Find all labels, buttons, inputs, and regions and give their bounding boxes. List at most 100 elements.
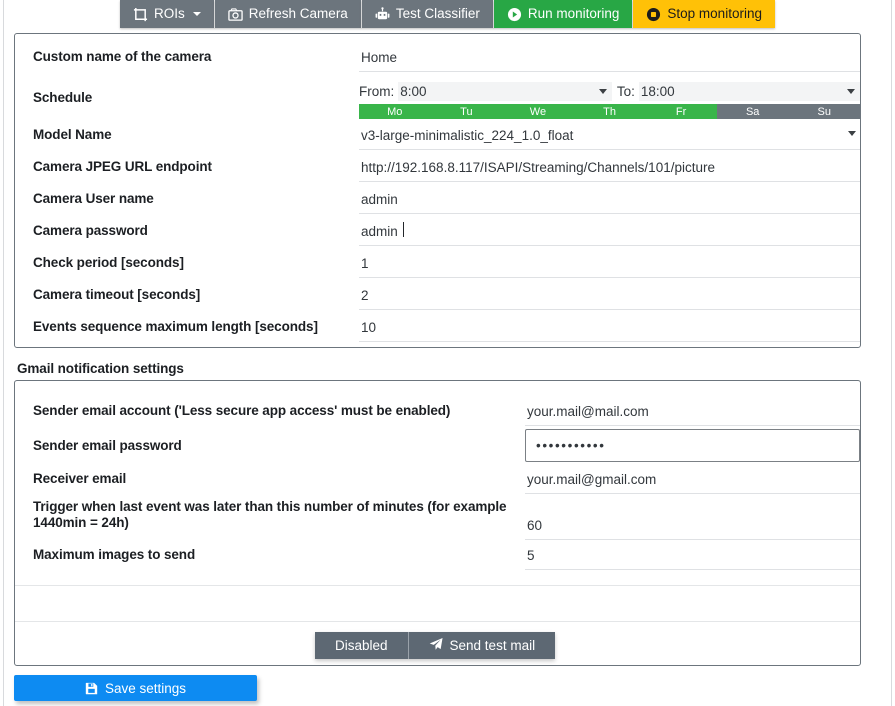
schedule-to-select[interactable]: 18:00 bbox=[638, 82, 860, 101]
day-toggle-sa[interactable]: Sa bbox=[716, 104, 789, 119]
custom-name-label: Custom name of the camera bbox=[33, 49, 212, 64]
day-toggle-mo[interactable]: Mo bbox=[359, 104, 431, 119]
schedule-from-select[interactable]: 8:00 bbox=[398, 82, 612, 101]
sender-email-input[interactable] bbox=[525, 403, 860, 426]
paper-plane-icon bbox=[429, 637, 443, 654]
row-schedule: Schedule From: 8:00 To: 18:00 Mo Tu We Th Fr… bbox=[15, 82, 861, 119]
check-period-input[interactable] bbox=[359, 255, 860, 278]
action-toolbar: ROIs Refresh Camera Test Classifier Run … bbox=[0, 0, 895, 28]
sender-password-label: Sender email password bbox=[33, 438, 182, 453]
schedule-field: From: 8:00 To: 18:00 Mo Tu We Th Fr Sa Su bbox=[359, 82, 861, 119]
send-test-mail-button[interactable]: Send test mail bbox=[407, 632, 556, 659]
settings-page: ROIs Refresh Camera Test Classifier Run … bbox=[0, 0, 895, 706]
row-receiver-email: Receiver email bbox=[15, 471, 860, 494]
refresh-camera-button[interactable]: Refresh Camera bbox=[214, 0, 362, 28]
schedule-time-range: From: 8:00 To: 18:00 bbox=[359, 82, 860, 101]
test-classifier-label: Test Classifier bbox=[395, 6, 480, 22]
gmail-settings-card: Sender email account ('Less secure app a… bbox=[14, 380, 861, 666]
divider bbox=[15, 621, 860, 622]
camera-timeout-label: Camera timeout [seconds] bbox=[33, 287, 201, 302]
jpeg-url-label: Camera JPEG URL endpoint bbox=[33, 159, 212, 174]
trigger-minutes-label: Trigger when last event was later than t… bbox=[33, 499, 507, 530]
model-name-label: Model Name bbox=[33, 127, 112, 142]
max-images-field bbox=[525, 547, 860, 570]
crop-icon bbox=[133, 7, 148, 22]
day-toggle-th[interactable]: Th bbox=[573, 104, 646, 119]
rois-button[interactable]: ROIs bbox=[120, 0, 215, 28]
schedule-from-label: From: bbox=[359, 84, 395, 99]
text-cursor bbox=[403, 222, 404, 237]
chevron-down-icon bbox=[192, 12, 201, 16]
schedule-to-label: To: bbox=[616, 84, 635, 99]
camera-timeout-field bbox=[359, 287, 860, 310]
schedule-day-toggles: Mo Tu We Th Fr Sa Su bbox=[359, 104, 861, 119]
sender-password-input[interactable] bbox=[525, 429, 860, 462]
sender-password-field bbox=[525, 429, 860, 462]
row-max-images: Maximum images to send bbox=[15, 547, 860, 570]
model-name-select[interactable]: v3-large-minimalistic_224_1.0_float bbox=[359, 127, 860, 150]
camera-username-input[interactable] bbox=[359, 191, 860, 214]
schedule-to-value: 18:00 bbox=[640, 84, 675, 99]
max-images-input[interactable] bbox=[525, 547, 860, 570]
scroll-area-right-edge bbox=[891, 0, 892, 706]
send-test-mail-label: Send test mail bbox=[449, 638, 536, 653]
row-sender-email: Sender email account ('Less secure app a… bbox=[15, 403, 860, 426]
test-classifier-button[interactable]: Test Classifier bbox=[361, 0, 494, 28]
trigger-minutes-field bbox=[525, 499, 860, 540]
run-monitoring-label: Run monitoring bbox=[527, 6, 620, 22]
events-sequence-field bbox=[359, 319, 860, 342]
custom-name-field bbox=[359, 49, 860, 72]
sender-email-field bbox=[525, 403, 860, 426]
save-settings-button[interactable]: Save settings bbox=[14, 675, 257, 701]
sender-email-label: Sender email account ('Less secure app a… bbox=[33, 403, 451, 418]
gmail-action-buttons: Disabled Send test mail bbox=[315, 632, 556, 659]
row-sender-password: Sender email password bbox=[15, 429, 860, 462]
max-images-label: Maximum images to send bbox=[33, 547, 196, 562]
disabled-button[interactable]: Disabled bbox=[315, 632, 408, 659]
receiver-email-input[interactable] bbox=[525, 471, 860, 494]
rois-button-label: ROIs bbox=[154, 6, 185, 22]
disabled-button-label: Disabled bbox=[335, 638, 388, 653]
floppy-disk-icon bbox=[85, 682, 98, 695]
stop-monitoring-button[interactable]: Stop monitoring bbox=[633, 0, 775, 28]
camera-password-label: Camera password bbox=[33, 223, 148, 238]
jpeg-url-field bbox=[359, 159, 860, 182]
row-events-sequence: Events sequence maximum length [seconds] bbox=[15, 319, 860, 342]
camera-password-input[interactable] bbox=[359, 223, 860, 246]
gmail-section-title: Gmail notification settings bbox=[17, 361, 184, 376]
events-sequence-input[interactable] bbox=[359, 319, 860, 342]
chevron-down-icon bbox=[598, 89, 607, 94]
camera-timeout-input[interactable] bbox=[359, 287, 860, 310]
trigger-minutes-input[interactable] bbox=[525, 517, 860, 540]
row-camera-timeout: Camera timeout [seconds] bbox=[15, 287, 860, 310]
row-check-period: Check period [seconds] bbox=[15, 255, 860, 278]
chevron-down-icon bbox=[847, 89, 855, 94]
day-toggle-su[interactable]: Su bbox=[788, 104, 861, 119]
robot-icon bbox=[375, 6, 390, 22]
schedule-from-value: 8:00 bbox=[400, 84, 427, 99]
day-toggle-tu[interactable]: Tu bbox=[430, 104, 503, 119]
jpeg-url-input[interactable] bbox=[359, 159, 860, 182]
custom-name-input[interactable] bbox=[359, 49, 860, 72]
day-toggle-fr[interactable]: Fr bbox=[645, 104, 717, 119]
row-jpeg-url: Camera JPEG URL endpoint bbox=[15, 159, 860, 182]
row-camera-username: Camera User name bbox=[15, 191, 860, 214]
scroll-area-left-edge bbox=[3, 0, 4, 706]
divider bbox=[15, 585, 860, 586]
row-model-name: Model Name v3-large-minimalistic_224_1.0… bbox=[15, 127, 860, 150]
day-toggle-we[interactable]: We bbox=[502, 104, 574, 119]
camera-password-field bbox=[359, 222, 860, 246]
events-sequence-label: Events sequence maximum length [seconds] bbox=[33, 319, 318, 334]
camera-icon bbox=[228, 7, 243, 22]
camera-settings-card: Custom name of the camera Schedule From:… bbox=[14, 33, 861, 348]
row-custom-name: Custom name of the camera bbox=[15, 49, 860, 72]
run-monitoring-button[interactable]: Run monitoring bbox=[493, 0, 634, 28]
check-period-field bbox=[359, 255, 860, 278]
row-trigger-minutes: Trigger when last event was later than t… bbox=[15, 499, 860, 540]
camera-username-label: Camera User name bbox=[33, 191, 154, 206]
stop-monitoring-label: Stop monitoring bbox=[667, 6, 762, 22]
model-name-value: v3-large-minimalistic_224_1.0_float bbox=[361, 128, 574, 143]
chevron-down-icon bbox=[848, 131, 856, 136]
model-name-field: v3-large-minimalistic_224_1.0_float bbox=[359, 127, 860, 150]
row-camera-password: Camera password bbox=[15, 222, 860, 246]
